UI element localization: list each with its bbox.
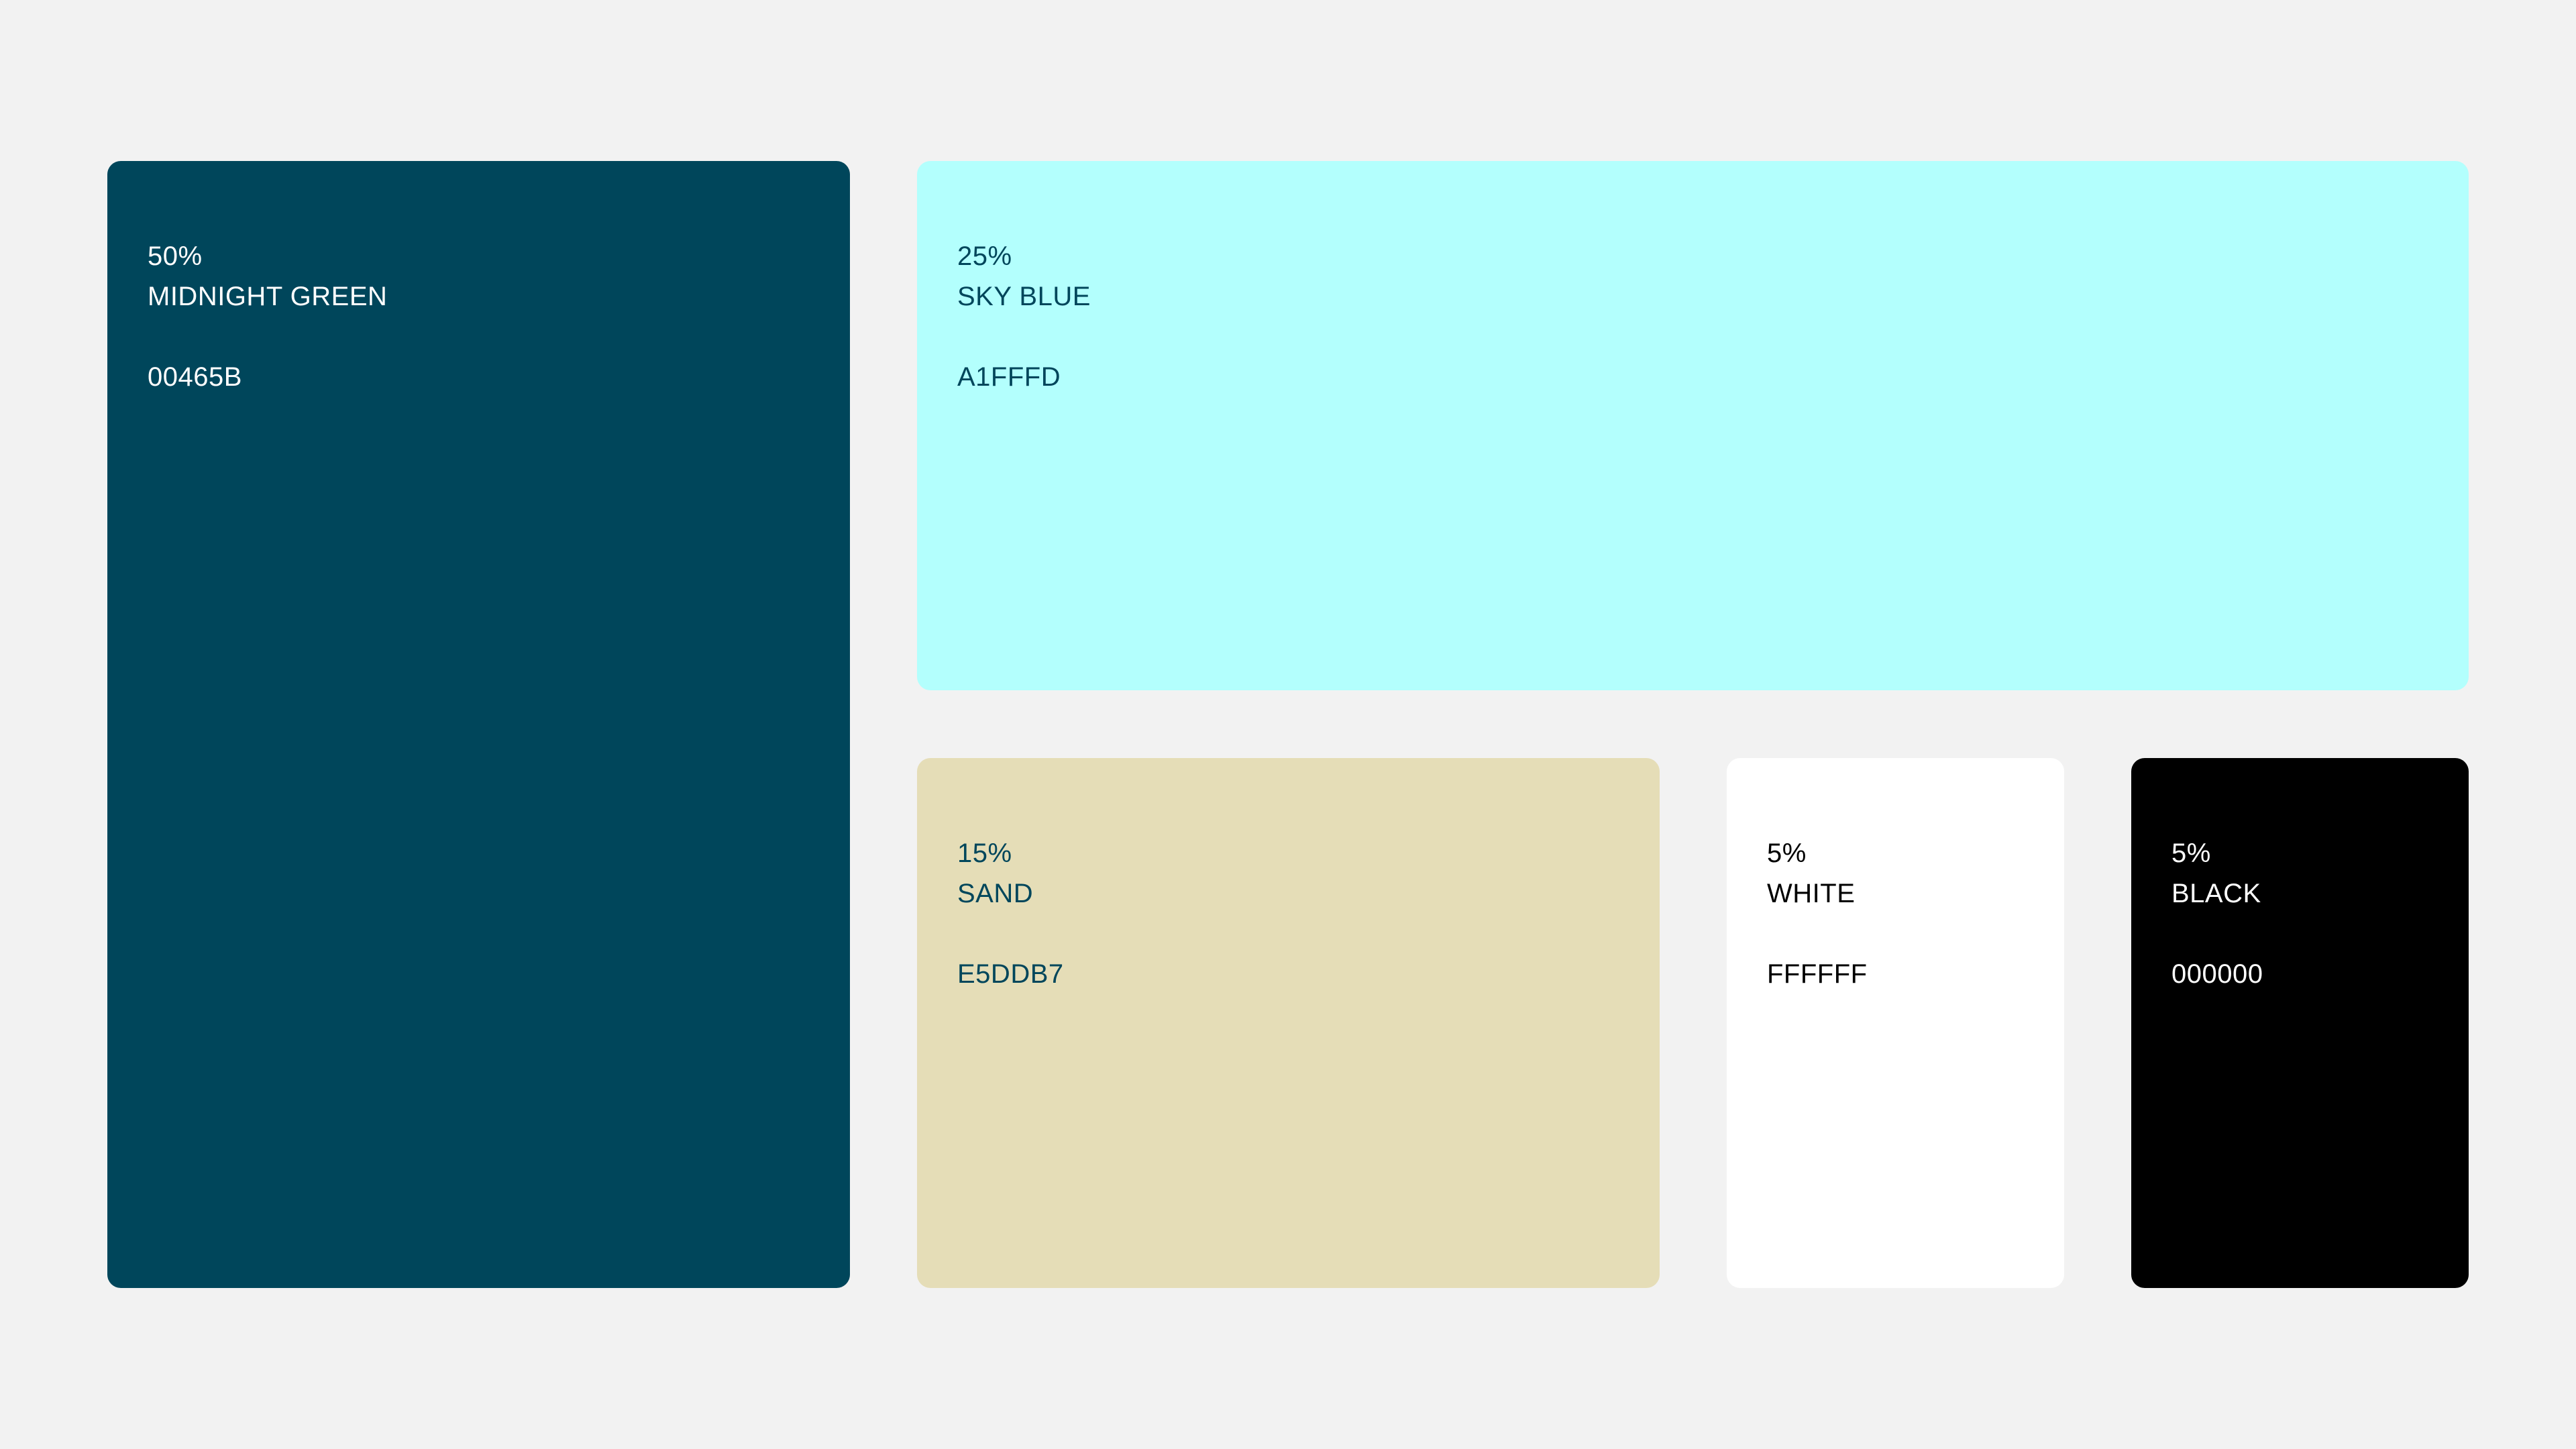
swatch-percent: 5%: [1767, 839, 1807, 868]
swatch-hex: A1FFFD: [957, 362, 1061, 392]
swatch-percent: 50%: [148, 241, 203, 271]
swatch-percent: 25%: [957, 241, 1012, 271]
swatch-hex: FFFFFF: [1767, 959, 1868, 989]
swatch-name: BLACK: [2171, 879, 2261, 908]
swatch-sky-blue: 25% SKY BLUE A1FFFD: [917, 161, 2469, 690]
swatch-sand: 15% SAND E5DDB7: [917, 758, 1660, 1288]
swatch-midnight-green: 50% MIDNIGHT GREEN 00465B: [107, 161, 850, 1288]
swatch-hex: 00465B: [148, 362, 242, 392]
swatch-black: 5% BLACK 000000: [2131, 758, 2469, 1288]
swatch-percent: 15%: [957, 839, 1012, 868]
swatch-name: MIDNIGHT GREEN: [148, 282, 388, 311]
swatch-name: SAND: [957, 879, 1034, 908]
swatch-name: SKY BLUE: [957, 282, 1091, 311]
swatch-percent: 5%: [2171, 839, 2211, 868]
swatch-name: WHITE: [1767, 879, 1856, 908]
swatch-hex: 000000: [2171, 959, 2263, 989]
swatch-white: 5% WHITE FFFFFF: [1727, 758, 2064, 1288]
swatch-hex: E5DDB7: [957, 959, 1064, 989]
